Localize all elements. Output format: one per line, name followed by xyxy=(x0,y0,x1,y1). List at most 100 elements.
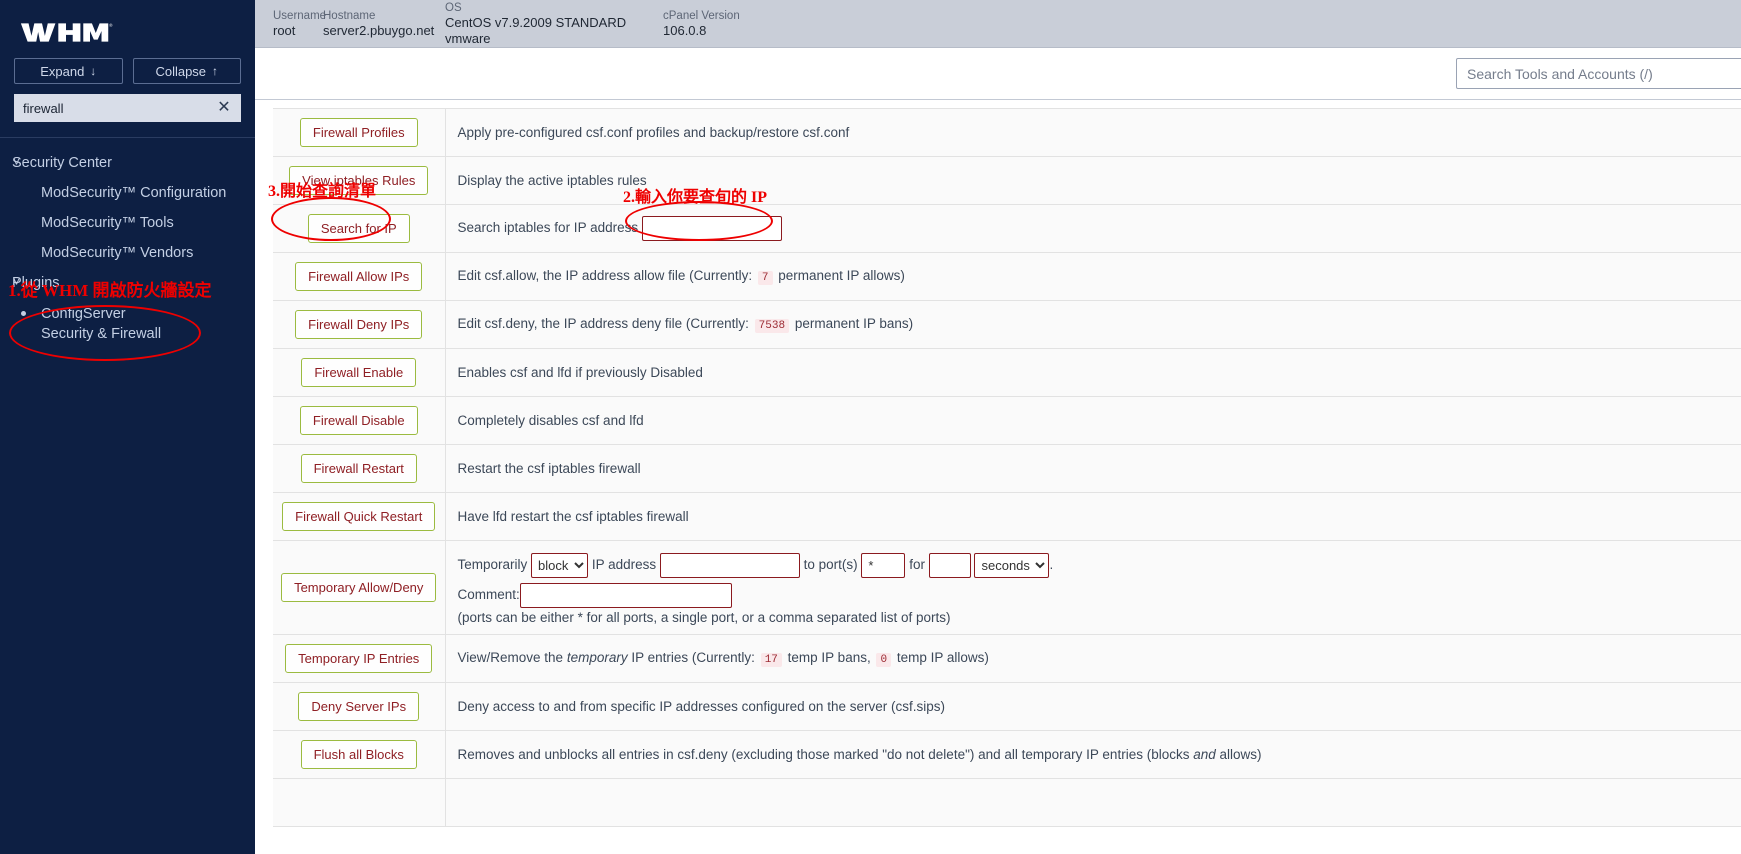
info-username-value: root xyxy=(273,23,323,39)
sidebar-item-label: ModSecurity™ Configuration xyxy=(41,185,226,201)
sidebar-item-security-center[interactable]: ˅ Security Center xyxy=(0,148,255,178)
temporary-ports-input[interactable] xyxy=(861,553,905,578)
row-description-mid: IP entries (Currently: xyxy=(631,650,755,665)
collapse-button[interactable]: Collapse ↑ xyxy=(133,58,242,84)
table-row: View iptables Rules Display the active i… xyxy=(273,157,1741,205)
search-for-ip-button[interactable]: Search for IP xyxy=(308,214,410,243)
sidebar-item-plugins[interactable]: ˅ Plugins xyxy=(0,268,255,298)
table-row: Deny Server IPs Deny access to and from … xyxy=(273,683,1741,731)
table-cell-description: Completely disables csf and lfd xyxy=(445,397,1741,445)
info-os-label: OS xyxy=(445,1,663,15)
table-cell-description: View/Remove the temporary IP entries (Cu… xyxy=(445,635,1741,683)
main-area: Username root Hostname server2.pbuygo.ne… xyxy=(255,0,1741,854)
table-row: Temporary Allow/Deny Temporarily blockal… xyxy=(273,541,1741,635)
temporary-comment-input[interactable] xyxy=(520,583,732,608)
table-cell-button: Search for IP xyxy=(273,205,445,253)
row-description: Deny access to and from specific IP addr… xyxy=(458,699,945,714)
firewall-profiles-button[interactable]: Firewall Profiles xyxy=(300,118,418,147)
row-description: Enables csf and lfd if previously Disabl… xyxy=(458,365,703,380)
table-cell-description: Deny access to and from specific IP addr… xyxy=(445,683,1741,731)
firewall-enable-button[interactable]: Firewall Enable xyxy=(301,358,416,387)
row-description-emphasis: and xyxy=(1193,747,1216,762)
deny-server-ips-button[interactable]: Deny Server IPs xyxy=(298,692,419,721)
flush-all-blocks-button[interactable]: Flush all Blocks xyxy=(301,740,417,769)
info-username-label: Username xyxy=(273,9,323,23)
sidebar-item-label: ModSecurity™ Vendors xyxy=(41,245,193,261)
sidebar-item-label: ConfigServer Security & Firewall xyxy=(41,306,161,342)
info-hostname-label: Hostname xyxy=(323,9,445,23)
content-scroll-region[interactable]: Firewall Profiles Apply pre-configured c… xyxy=(255,100,1741,854)
temp-allows-count-badge: 0 xyxy=(876,653,891,667)
label-period: . xyxy=(1049,557,1053,572)
firewall-quick-restart-button[interactable]: Firewall Quick Restart xyxy=(282,502,435,531)
chevron-down-icon: ˅ xyxy=(13,275,20,289)
firewall-allow-ips-button[interactable]: Firewall Allow IPs xyxy=(295,262,422,291)
temporary-ports-note: (ports can be either * for all ports, a … xyxy=(458,610,1741,625)
temporary-form-line-1: Temporarily blockallow IP address to por… xyxy=(458,550,1741,580)
table-row: Temporary IP Entries View/Remove the tem… xyxy=(273,635,1741,683)
temporary-ip-entries-button[interactable]: Temporary IP Entries xyxy=(285,644,432,673)
temporary-allow-deny-button[interactable]: Temporary Allow/Deny xyxy=(281,573,436,602)
table-row: Firewall Quick Restart Have lfd restart … xyxy=(273,493,1741,541)
view-iptables-rules-button[interactable]: View iptables Rules xyxy=(289,166,428,195)
server-info-bar: Username root Hostname server2.pbuygo.ne… xyxy=(255,0,1741,48)
label-temporarily: Temporarily xyxy=(458,557,528,572)
temporary-duration-input[interactable] xyxy=(929,553,971,578)
table-row: Firewall Enable Enables csf and lfd if p… xyxy=(273,349,1741,397)
row-description: Search iptables for IP address xyxy=(458,220,639,235)
chevron-down-icon: ˅ xyxy=(13,155,20,169)
firewall-deny-ips-button[interactable]: Firewall Deny IPs xyxy=(295,310,422,339)
table-cell-description: Search iptables for IP address xyxy=(445,205,1741,253)
bullet-icon xyxy=(21,311,26,316)
table-cell-button: Deny Server IPs xyxy=(273,683,445,731)
toolbar xyxy=(255,48,1741,100)
row-description: Restart the csf iptables firewall xyxy=(458,461,641,476)
table-cell-description: Enables csf and lfd if previously Disabl… xyxy=(445,349,1741,397)
expand-button[interactable]: Expand ↓ xyxy=(14,58,123,84)
table-row: Flush all Blocks Removes and unblocks al… xyxy=(273,731,1741,779)
table-cell-description: Have lfd restart the csf iptables firewa… xyxy=(445,493,1741,541)
whm-logo: ® xyxy=(18,18,114,46)
csf-options-table: Firewall Profiles Apply pre-configured c… xyxy=(273,108,1741,827)
info-os: OS CentOS v7.9.2009 STANDARD vmware xyxy=(445,1,663,47)
sidebar-nav-list: ˅ Security Center ModSecurity™ Configura… xyxy=(0,138,255,351)
row-description-post: permanent IP allows) xyxy=(778,268,905,283)
sidebar-item-modsecurity-vendors[interactable]: ModSecurity™ Vendors xyxy=(0,238,255,268)
deny-count-badge: 7538 xyxy=(755,319,789,333)
table-cell-button: Firewall Deny IPs xyxy=(273,301,445,349)
temporary-action-select[interactable]: blockallow xyxy=(531,553,588,578)
sidebar-search-input[interactable] xyxy=(14,94,241,122)
row-description-emphasis: temporary xyxy=(567,650,628,665)
info-username: Username root xyxy=(273,9,323,39)
table-cell-description: Removes and unblocks all entries in csf.… xyxy=(445,731,1741,779)
row-description-post: allows) xyxy=(1220,747,1262,762)
sidebar-item-modsecurity-tools[interactable]: ModSecurity™ Tools xyxy=(0,208,255,238)
search-ip-input[interactable] xyxy=(642,216,782,241)
row-description-allows: temp IP allows) xyxy=(897,650,989,665)
table-cell-button: Temporary Allow/Deny xyxy=(273,541,445,635)
row-description: Apply pre-configured csf.conf profiles a… xyxy=(458,125,850,140)
search-input[interactable] xyxy=(1456,58,1741,89)
info-hostname-value: server2.pbuygo.net xyxy=(323,23,445,39)
label-ip-address: IP address xyxy=(592,557,656,572)
sidebar: ® Expand ↓ Collapse ↑ ✕ ˅ Security Cente… xyxy=(0,0,255,854)
allow-count-badge: 7 xyxy=(758,271,773,285)
table-cell-button: Firewall Disable xyxy=(273,397,445,445)
firewall-disable-button[interactable]: Firewall Disable xyxy=(300,406,418,435)
row-description: Completely disables csf and lfd xyxy=(458,413,644,428)
temp-bans-count-badge: 17 xyxy=(761,653,782,667)
table-cell-description: Display the active iptables rules xyxy=(445,157,1741,205)
firewall-restart-button[interactable]: Firewall Restart xyxy=(301,454,417,483)
table-cell-button: Firewall Enable xyxy=(273,349,445,397)
temporary-ip-input[interactable] xyxy=(660,553,800,578)
table-cell-button: View iptables Rules xyxy=(273,157,445,205)
sidebar-item-configserver-security-firewall[interactable]: ConfigServer Security & Firewall xyxy=(0,298,190,351)
arrow-down-icon: ↓ xyxy=(90,64,96,78)
collapse-label: Collapse xyxy=(155,64,206,79)
sidebar-item-label: ModSecurity™ Tools xyxy=(41,215,174,231)
close-icon[interactable]: ✕ xyxy=(215,98,233,118)
row-description-bans: temp IP bans, xyxy=(788,650,871,665)
info-cpanel-label: cPanel Version xyxy=(663,9,783,23)
sidebar-item-modsecurity-configuration[interactable]: ModSecurity™ Configuration xyxy=(0,178,255,208)
temporary-unit-select[interactable]: secondsminuteshoursdays xyxy=(974,553,1049,578)
